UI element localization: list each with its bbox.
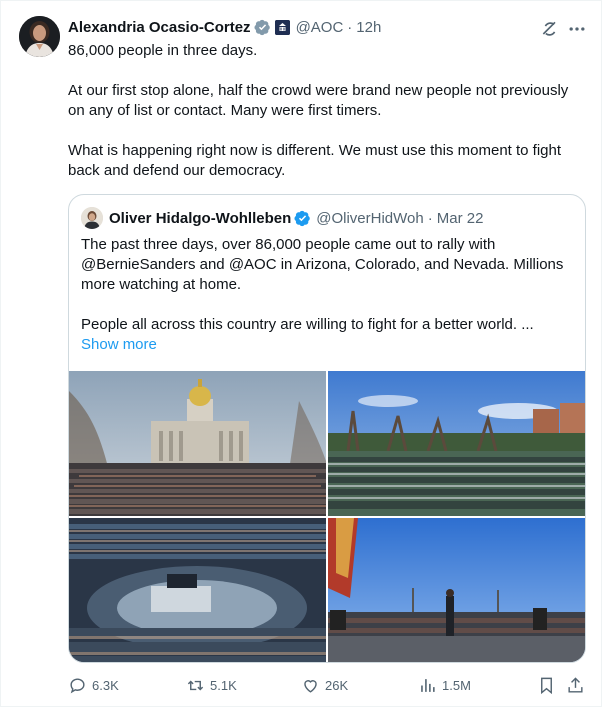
bookmark-icon [541,677,552,694]
repost-button[interactable]: 5.1K [186,674,237,696]
quoted-post-date[interactable]: Mar 22 [437,210,484,227]
like-icon [304,679,317,693]
post-text: 86,000 people in three days. At our firs… [68,41,588,181]
post-paragraph: 86,000 people in three days. [68,42,258,59]
quoted-paragraph: The past three days, over 86,000 people … [81,236,568,293]
post-paragraph: At our first stop alone, half the crowd … [68,82,573,119]
photo-capitol-rally[interactable] [69,371,326,516]
views-button[interactable]: 1.5M [418,674,471,696]
more-icon[interactable] [567,19,587,39]
quoted-author-avatar[interactable] [81,207,103,229]
separator-dot: · [347,18,353,36]
verified-badge-icon[interactable] [254,19,271,36]
quoted-author-handle[interactable]: @OliverHidWoh [316,210,423,227]
media-grid [69,371,585,662]
post-container[interactable]: Alexandria Ocasio-Cortez @AOC · 12h 86,0… [0,0,602,707]
reply-icon [70,677,85,693]
separator-dot: · [427,209,433,227]
quoted-post-header: Oliver Hidalgo-Wohlleben @OliverHidWoh ·… [81,207,484,229]
author-avatar[interactable] [19,16,60,57]
author-name[interactable]: Alexandria Ocasio-Cortez [68,19,251,36]
photo-park-rally[interactable] [328,371,585,516]
views-icon [421,678,435,692]
quoted-post[interactable]: Oliver Hidalgo-Wohlleben @OliverHidWoh ·… [68,194,586,663]
quoted-author-name[interactable]: Oliver Hidalgo-Wohlleben [109,210,291,227]
grok-icon[interactable] [540,19,560,39]
share-button[interactable] [566,674,590,696]
repost-icon [187,680,204,690]
like-button[interactable]: 26K [301,674,348,696]
post-paragraph: What is happening right now is different… [68,142,566,179]
repost-count: 5.1K [210,677,237,693]
reply-count: 6.3K [92,677,119,693]
quoted-post-text: The past three days, over 86,000 people … [81,235,576,335]
share-icon [568,676,583,693]
like-count: 26K [325,677,349,693]
post-header: Alexandria Ocasio-Cortez @AOC · 12h [68,17,381,37]
photo-stage-rally[interactable] [328,518,585,662]
verified-badge-icon[interactable] [294,210,311,227]
author-handle[interactable]: @AOC [296,19,344,36]
post-timestamp[interactable]: 12h [356,19,381,36]
government-badge-icon [274,19,290,35]
post-actions: 6.3K 5.1K 26K 1.5M [68,674,588,696]
show-more-link[interactable]: Show more [81,336,157,353]
quoted-paragraph: People all across this country are willi… [81,316,534,333]
view-count: 1.5M [442,677,471,693]
photo-arena-rally[interactable] [69,518,326,662]
reply-button[interactable]: 6.3K [68,674,119,696]
bookmark-button[interactable] [537,674,561,696]
